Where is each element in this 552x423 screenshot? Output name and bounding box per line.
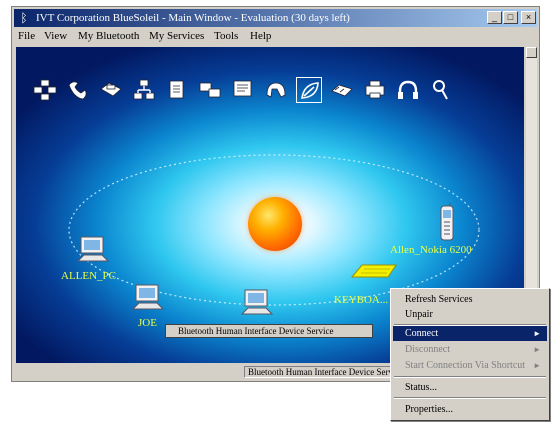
minimize-button[interactable]: _ (487, 11, 502, 24)
device-label-joe[interactable]: JOE (138, 317, 157, 329)
menu-item-properties[interactable]: Properties... (393, 402, 547, 417)
mobile-phone-icon (440, 203, 454, 241)
menu-separator (394, 397, 546, 399)
menu-my-services[interactable]: My Services (149, 30, 204, 42)
window-title: IVT Corporation BlueSoleil - Main Window… (36, 12, 350, 24)
device-label-keyboard[interactable]: KEYBOA... (334, 294, 388, 306)
menu-tools[interactable]: Tools (214, 30, 238, 42)
local-device-sun-icon[interactable] (248, 197, 302, 251)
menu-item-disconnect: Disconnect ► (393, 342, 547, 357)
submenu-arrow-icon: ► (533, 329, 541, 338)
device-joe[interactable] (129, 283, 169, 318)
menu-item-label: Unpair (405, 309, 433, 320)
device-keyboard[interactable] (350, 261, 398, 288)
close-button[interactable]: × (521, 11, 536, 24)
menu-item-label: Disconnect (405, 344, 450, 355)
menu-item-label: Properties... (405, 404, 454, 415)
computer-icon (76, 236, 110, 262)
menu-item-refresh-services[interactable]: Refresh Services (393, 292, 547, 307)
computer-icon (131, 284, 165, 310)
menu-item-connect[interactable]: Connect ► (393, 326, 547, 341)
service-tooltip: Bluetooth Human Interface Device Service (165, 324, 373, 338)
menu-my-bluetooth[interactable]: My Bluetooth (78, 30, 139, 42)
menu-item-label: Start Connection Via Shortcut (405, 360, 526, 371)
menu-item-status[interactable]: Status... (393, 380, 547, 395)
menu-bar: File View My Bluetooth My Services Tools… (14, 28, 537, 45)
menu-item-label: Connect (405, 328, 439, 339)
menu-view[interactable]: View (44, 30, 67, 42)
submenu-arrow-icon: ► (533, 361, 541, 370)
device-nokia-phone[interactable] (436, 202, 458, 249)
menu-item-start-connection-via-shortcut: Start Connection Via Shortcut ► (393, 358, 547, 373)
submenu-arrow-icon: ► (533, 345, 541, 354)
scroll-up-arrow-icon[interactable] (526, 47, 537, 58)
device-context-menu: Refresh Services Unpair Connect ► Disconn… (390, 288, 550, 421)
device-label-allen-pc[interactable]: ALLEN_PC (61, 270, 116, 282)
maximize-button[interactable]: □ (503, 11, 518, 24)
keyboard-icon (350, 264, 397, 278)
menu-help[interactable]: Help (250, 30, 271, 42)
menu-item-unpair[interactable]: Unpair (393, 307, 547, 322)
title-bar[interactable]: ᛒ IVT Corporation BlueSoleil - Main Wind… (14, 9, 537, 27)
computer-icon (240, 289, 274, 315)
device-allen-pc[interactable] (74, 235, 114, 270)
menu-separator (394, 376, 546, 378)
menu-item-label: Refresh Services (405, 294, 473, 305)
bluetooth-icon: ᛒ (20, 11, 28, 25)
device-label-nokia-phone[interactable]: Allen_Nokia 6200 (390, 244, 472, 256)
status-text: Bluetooth Human Interface Device Service (244, 366, 408, 378)
menu-item-label: Status... (405, 382, 437, 393)
device-unnamed-pc[interactable] (238, 288, 278, 323)
menu-file[interactable]: File (18, 30, 35, 42)
